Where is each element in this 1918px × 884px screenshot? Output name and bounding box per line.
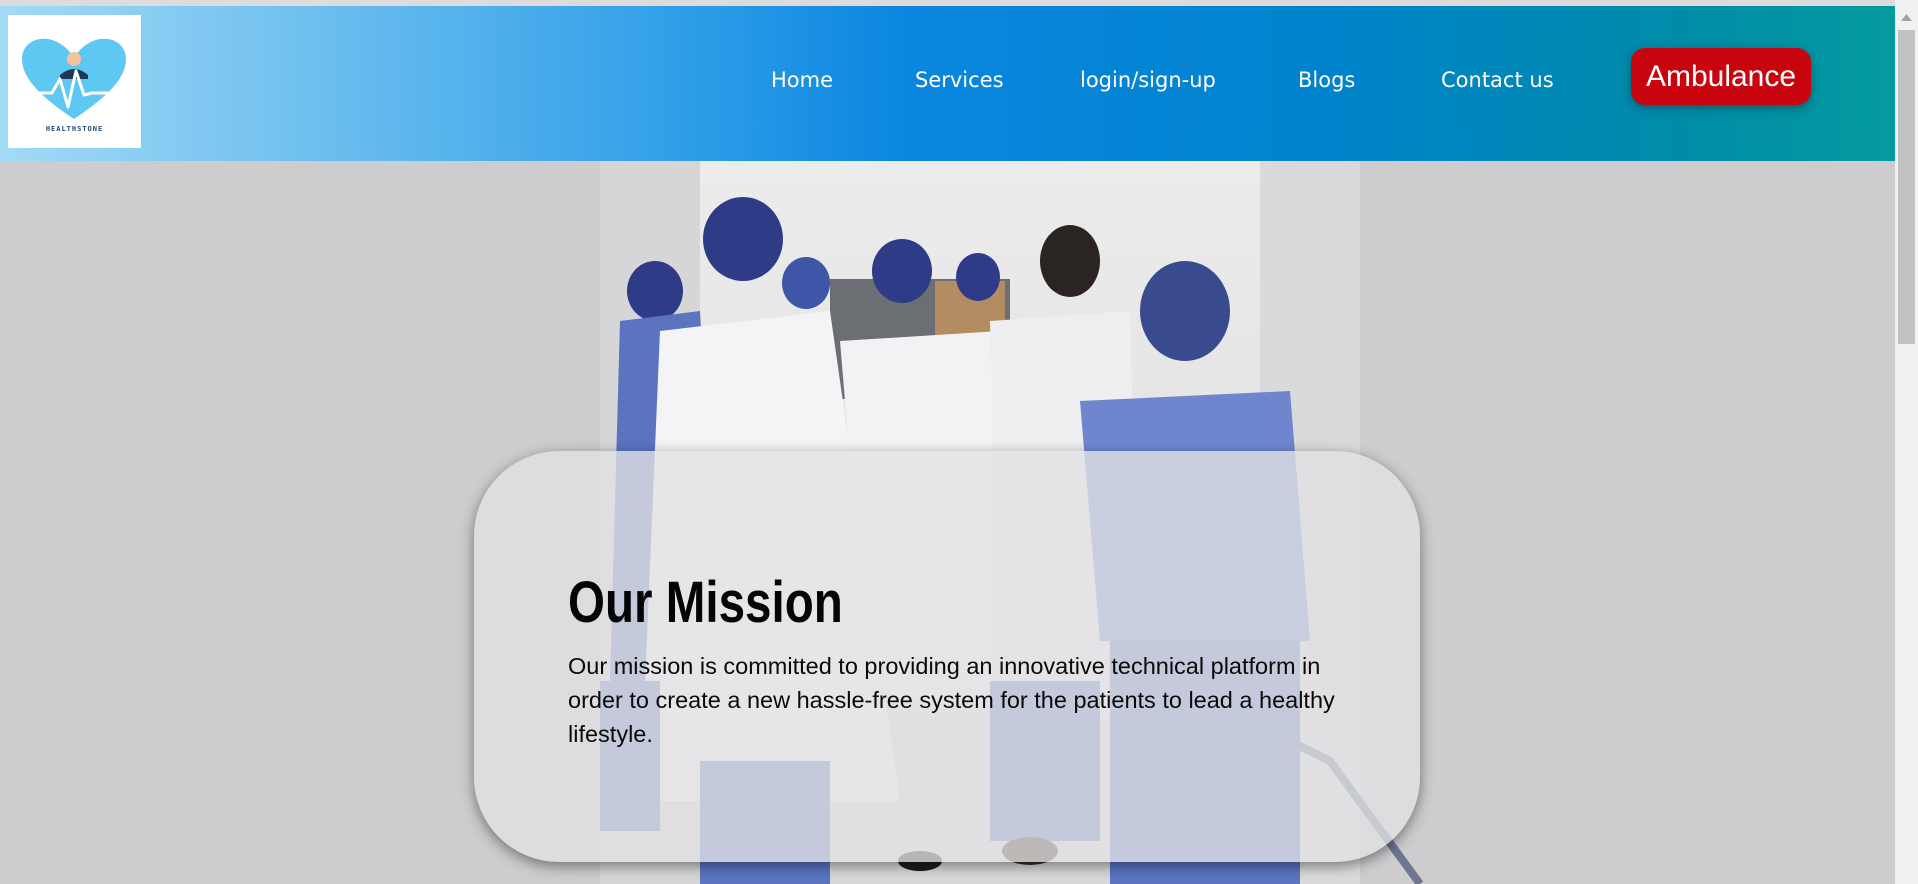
ambulance-button[interactable]: Ambulance <box>1631 48 1811 105</box>
heart-pulse-logo-icon <box>22 38 126 119</box>
navbar: HEALTHSTONE Home Services login/sign-up … <box>0 6 1895 161</box>
mission-text: Our mission is committed to providing an… <box>568 653 1335 747</box>
nav-contact-us[interactable]: Contact us <box>1441 68 1554 92</box>
scrollbar-thumb[interactable] <box>1898 30 1915 344</box>
nav-services[interactable]: Services <box>915 68 1004 92</box>
scroll-up-arrow-icon[interactable] <box>1895 8 1918 28</box>
mission-title: Our Mission <box>568 570 843 635</box>
nav-blogs[interactable]: Blogs <box>1298 68 1355 92</box>
mission-card: Our Mission Our mission is committed to … <box>474 451 1420 862</box>
logo[interactable]: HEALTHSTONE <box>8 15 141 148</box>
nav-home[interactable]: Home <box>771 68 833 92</box>
hero-section: Our Mission Our mission is committed to … <box>0 161 1895 884</box>
nav-login-signup[interactable]: login/sign-up <box>1080 68 1216 92</box>
vertical-scrollbar[interactable] <box>1895 0 1918 884</box>
logo-caption: HEALTHSTONE <box>45 125 104 133</box>
